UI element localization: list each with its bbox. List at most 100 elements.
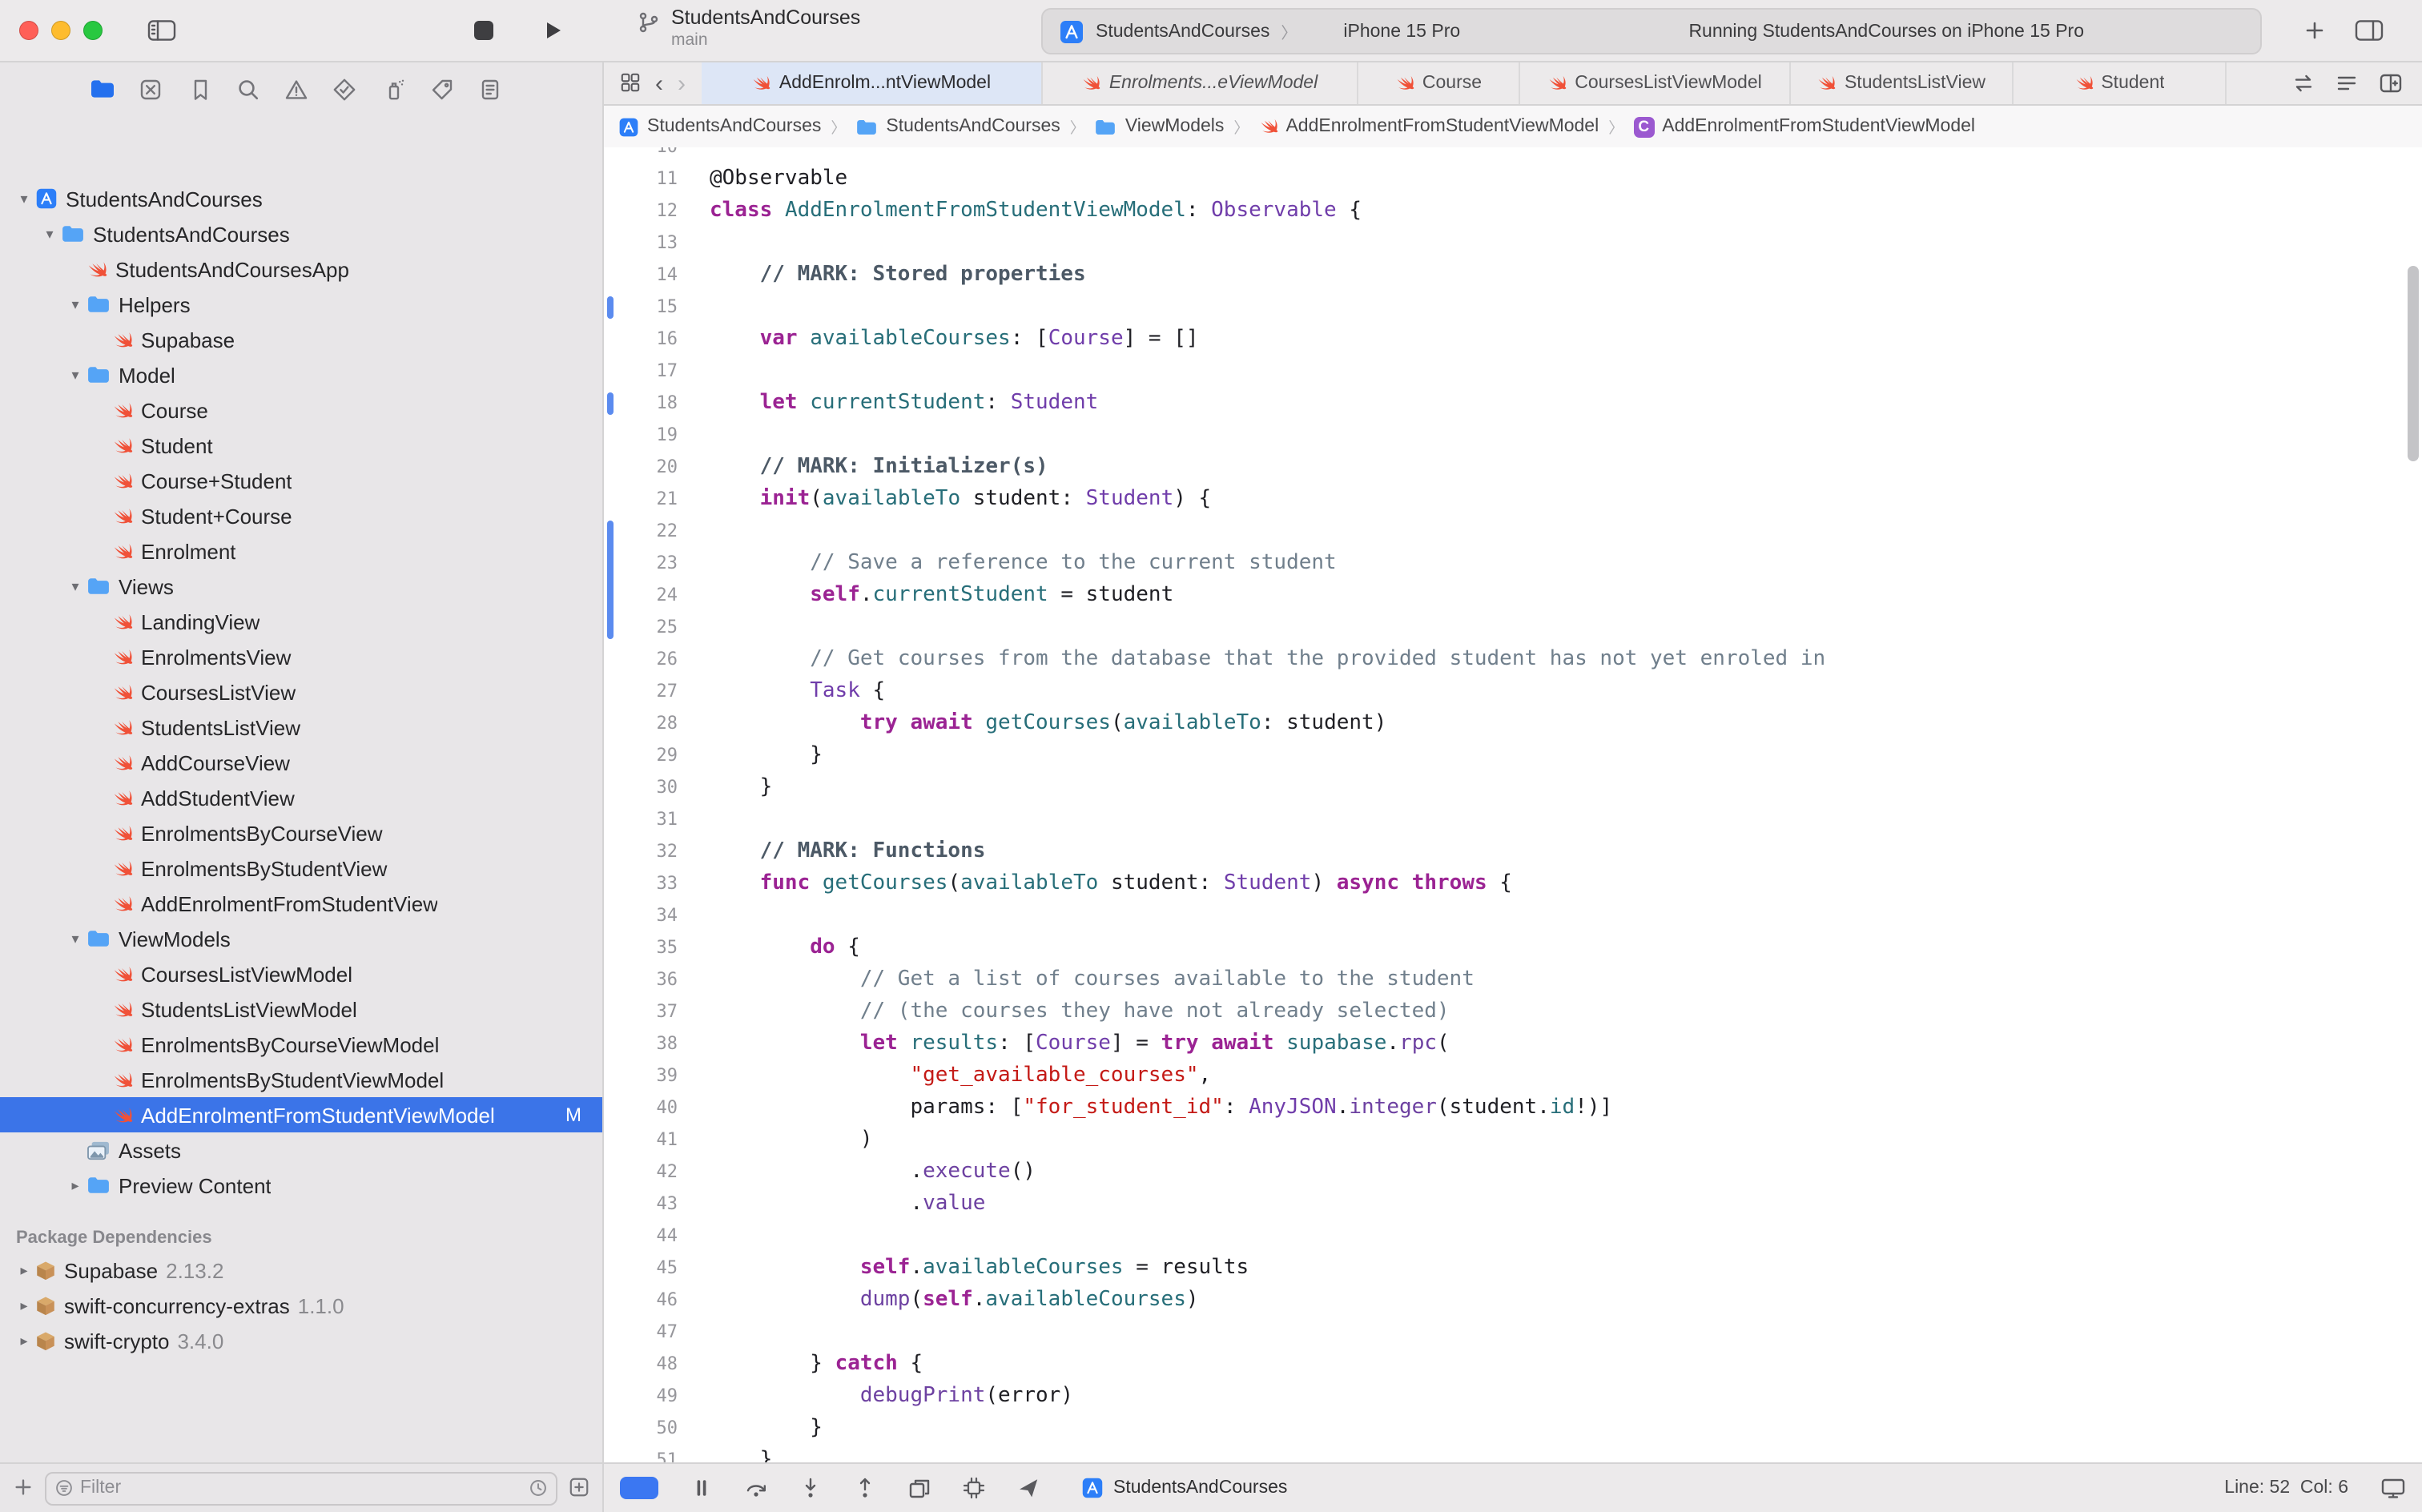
line-number[interactable]: 21 (604, 484, 690, 516)
disclosure-triangle-icon[interactable]: ▸ (13, 1261, 35, 1279)
tree-item[interactable]: AddStudentView (0, 780, 602, 815)
code-line[interactable]: 24 self.currentStudent = student (604, 580, 2422, 612)
tree-item[interactable]: EnrolmentsByCourseViewModel (0, 1027, 602, 1062)
code-line[interactable]: 43 .value (604, 1188, 2422, 1220)
line-number[interactable]: 43 (604, 1188, 690, 1220)
code-line[interactable]: 19 (604, 420, 2422, 452)
package-item[interactable]: ▸swift-concurrency-extras1.1.0 (0, 1288, 602, 1323)
toggle-inspector-button[interactable] (2355, 19, 2384, 42)
code-line[interactable]: 38 let results: [Course] = try await sup… (604, 1028, 2422, 1060)
code-line[interactable]: 30 } (604, 772, 2422, 804)
code-line[interactable]: 22 (604, 516, 2422, 548)
disclosure-triangle-icon[interactable]: ▾ (13, 190, 35, 207)
tree-item[interactable]: ▾StudentsAndCourses (0, 216, 602, 251)
line-number[interactable]: 17 (604, 356, 690, 388)
related-items-button[interactable] (620, 69, 641, 98)
line-number[interactable]: 42 (604, 1156, 690, 1188)
line-number[interactable]: 26 (604, 644, 690, 676)
line-number[interactable]: 10 (604, 147, 690, 163)
code-line[interactable]: 14 // MARK: Stored properties (604, 259, 2422, 292)
disclosure-triangle-icon[interactable]: ▸ (64, 1176, 86, 1194)
breadcrumb-item[interactable]: AddEnrolmentFromStudentViewModel (1258, 117, 1599, 136)
tree-item[interactable]: EnrolmentsByCourseView (0, 815, 602, 850)
code-line[interactable]: 12class AddEnrolmentFromStudentViewModel… (604, 195, 2422, 227)
tree-item[interactable]: LandingView (0, 604, 602, 639)
code-line[interactable]: 47 (604, 1317, 2422, 1349)
code-line[interactable]: 10 (604, 147, 2422, 163)
close-button[interactable] (19, 21, 38, 40)
line-number[interactable]: 28 (604, 708, 690, 740)
tree-item[interactable]: ▾Model (0, 357, 602, 392)
line-number[interactable]: 37 (604, 996, 690, 1028)
line-number[interactable]: 16 (604, 324, 690, 356)
code-line[interactable]: 33 func getCourses(availableTo student: … (604, 868, 2422, 900)
code-line[interactable]: 40 params: ["for_student_id": AnyJSON.in… (604, 1092, 2422, 1124)
code-line[interactable]: 29 } (604, 740, 2422, 772)
disclosure-triangle-icon[interactable]: ▾ (64, 930, 86, 947)
line-number[interactable]: 12 (604, 195, 690, 227)
code-line[interactable]: 50 } (604, 1413, 2422, 1445)
reports-navigator-button[interactable] (474, 73, 506, 105)
scrollbar-thumb[interactable] (2408, 266, 2419, 461)
breakpoints-navigator-button[interactable] (426, 73, 458, 105)
code-line[interactable]: 41 ) (604, 1124, 2422, 1156)
line-number[interactable]: 13 (604, 227, 690, 259)
tree-item[interactable]: EnrolmentsByStudentViewModel (0, 1062, 602, 1097)
breadcrumb-item[interactable]: CAddEnrolmentFromStudentViewModel (1633, 116, 1975, 137)
line-number[interactable]: 46 (604, 1285, 690, 1317)
tree-item[interactable]: Supabase (0, 322, 602, 357)
line-number[interactable]: 49 (604, 1381, 690, 1413)
tab-Student[interactable]: Student (2014, 62, 2227, 104)
code-line[interactable]: 21 init(availableTo student: Student) { (604, 484, 2422, 516)
line-number[interactable]: 20 (604, 452, 690, 484)
library-button[interactable] (2303, 19, 2326, 42)
issues-navigator-button[interactable] (280, 73, 312, 105)
line-number[interactable]: 40 (604, 1092, 690, 1124)
package-item[interactable]: ▸swift-crypto3.4.0 (0, 1323, 602, 1358)
code-line[interactable]: 42 .execute() (604, 1156, 2422, 1188)
display-button[interactable] (2380, 1474, 2406, 1502)
tests-navigator-button[interactable] (329, 73, 361, 105)
activity-viewer[interactable]: StudentsAndCourses 〉 iPhone 15 Pro Runni… (1041, 8, 2262, 54)
code-line[interactable]: 51 } (604, 1445, 2422, 1464)
line-number[interactable]: 48 (604, 1349, 690, 1381)
code-line[interactable]: 28 try await getCourses(availableTo: stu… (604, 708, 2422, 740)
tab-Course[interactable]: Course (1358, 62, 1520, 104)
add-item-button[interactable] (13, 1474, 34, 1502)
tree-item[interactable]: StudentsListViewModel (0, 991, 602, 1027)
line-number[interactable]: 45 (604, 1253, 690, 1285)
tab-Enrolments...eViewModel[interactable]: Enrolments...eViewModel (1043, 62, 1358, 104)
breadcrumb-item[interactable]: ViewModels (1095, 117, 1225, 136)
run-button[interactable] (541, 19, 564, 42)
line-number[interactable]: 22 (604, 516, 690, 548)
line-number[interactable]: 34 (604, 900, 690, 932)
find-navigator-button[interactable] (232, 73, 264, 105)
line-number[interactable]: 30 (604, 772, 690, 804)
tree-item[interactable]: Student+Course (0, 498, 602, 533)
breadcrumb-item[interactable]: StudentsAndCourses (618, 116, 821, 137)
code-line[interactable]: 20 // MARK: Initializer(s) (604, 452, 2422, 484)
code-line[interactable]: 46 dump(self.availableCourses) (604, 1285, 2422, 1317)
project-navigator-button[interactable] (86, 73, 119, 105)
filter-field[interactable]: Filter (45, 1471, 557, 1505)
tree-item[interactable]: Enrolment (0, 533, 602, 569)
code-line[interactable]: 26 // Get courses from the database that… (604, 644, 2422, 676)
tab-StudentsListView[interactable]: StudentsListView (1791, 62, 2014, 104)
line-number[interactable]: 31 (604, 804, 690, 836)
line-number[interactable]: 19 (604, 420, 690, 452)
code-line[interactable]: 17 (604, 356, 2422, 388)
source-control-summary[interactable]: StudentsAndCourses main (638, 6, 860, 51)
code-line[interactable]: 18 let currentStudent: Student (604, 388, 2422, 420)
line-number[interactable]: 36 (604, 964, 690, 996)
add-editor-button[interactable] (2379, 69, 2403, 98)
line-number[interactable]: 14 (604, 259, 690, 292)
tree-item[interactable]: ▸Preview Content (0, 1168, 602, 1203)
line-number[interactable]: 18 (604, 388, 690, 420)
line-number[interactable]: 24 (604, 580, 690, 612)
line-number[interactable]: 35 (604, 932, 690, 964)
disclosure-triangle-icon[interactable]: ▾ (64, 296, 86, 313)
code-line[interactable]: 16 var availableCourses: [Course] = [] (604, 324, 2422, 356)
code-line[interactable]: 11@Observable (604, 163, 2422, 195)
code-line[interactable]: 13 (604, 227, 2422, 259)
tab-CoursesListViewModel[interactable]: CoursesListViewModel (1520, 62, 1791, 104)
